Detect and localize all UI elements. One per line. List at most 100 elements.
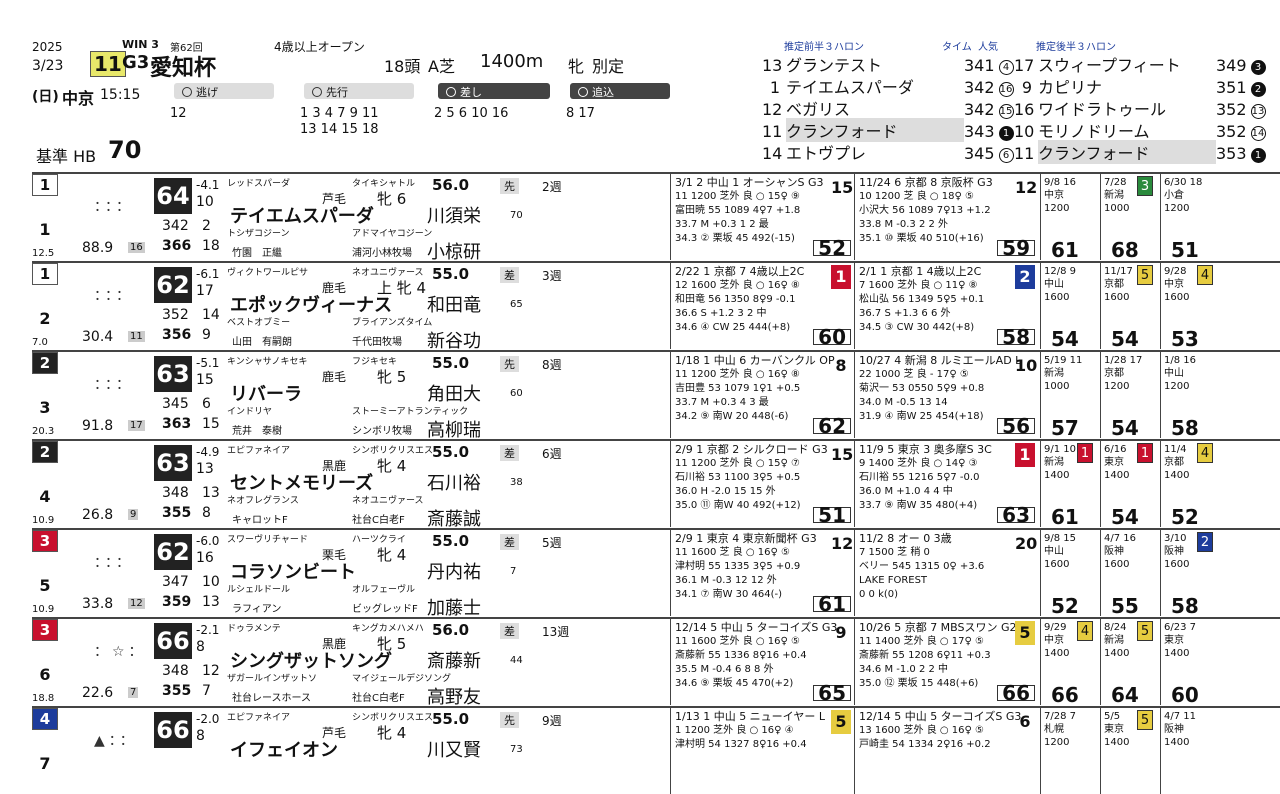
pred-horse-name[interactable]: スウィープフィート (1038, 52, 1216, 76)
past-race[interactable]: 12/14 5 中山 5 ターコイズS G3 13 1600 芝外 良 ○ 16♀… (854, 708, 1039, 794)
jockey[interactable]: 川須栄 (427, 202, 481, 228)
recent-race-venue: 阪神 1600 (1104, 546, 1130, 570)
horse-row[interactable]: 2 4 10.9 26.8 9 63 -4.9 13 348 13 355 8 エピファネイア シンボリク… (32, 439, 1280, 530)
past-race[interactable]: 10/27 4 新潟 8 ルミエールAD L 22 1000 芝 良 - 17♀ … (854, 352, 1039, 438)
speed-figure: 66 (154, 623, 192, 659)
dam-sire-name: ネオユニヴァース (352, 496, 424, 506)
pred-time: 352 (1216, 100, 1247, 119)
past-race[interactable]: 2/9 1 東京 4 東京新聞杯 G3 11 1600 芝 良 ○ 16♀ ⑤ 津村… (670, 530, 855, 616)
past-race[interactable]: 2/1 1 京都 1 4歳以上2C 7 1600 芝外 良 ○ 11♀ ⑧ 松山弘 … (854, 263, 1039, 349)
horse-row[interactable]: 4 7 ▲：： 66 -2.0 8 エピファネイア シンボリクリスエス 芦毛牝 4 イフェイオン 5… (32, 706, 1280, 794)
dam-name: ルシェルドール (227, 585, 291, 595)
jockey[interactable]: 川又賢 (427, 736, 481, 762)
recent-race[interactable]: 6/23 7 東京 1400 60 (1160, 619, 1216, 705)
recent-race[interactable]: 7/28 新潟 1000 3 68 (1100, 174, 1156, 260)
past-race-pace: LAKE FOREST (859, 575, 928, 586)
past-race[interactable]: 11/2 8 オー 0 3歳 7 1500 芝 稍 0 ベリー 545 1315 0… (854, 530, 1039, 616)
recent-race-figure: 68 (1111, 238, 1139, 262)
recent-race[interactable]: 11/17 京都 1600 5 54 (1100, 263, 1156, 349)
past-race[interactable]: 1/18 1 中山 6 カーバンクル OP 11 1200 芝外 良 ○ 16♀ … (670, 352, 855, 438)
past-race-course: 1 1200 芝外 良 ○ 16♀ ④ (675, 725, 794, 736)
breeder: 千代田牧場 (352, 337, 402, 348)
recent-race[interactable]: 5/5 東京 1400 5 (1100, 708, 1156, 794)
recent-race[interactable]: 9/8 16 中京 1200 61 (1040, 174, 1096, 260)
past-race[interactable]: 11/9 5 東京 3 奥多摩S 3C 9 1400 芝外 良 ○ 14♀ ③ 石川… (854, 441, 1039, 527)
jockey[interactable]: 石川裕 (427, 469, 481, 495)
horse-name[interactable]: セントメモリーズ (230, 469, 373, 495)
recent-race[interactable]: 9/8 15 中山 1600 52 (1040, 530, 1096, 616)
horse-row[interactable]: 2 3 20.3 ：：： 91.8 17 63 -5.1 15 345 6 363 15 キンシャサノキセ… (32, 350, 1280, 441)
recent-race-venue: 新潟 1400 (1104, 635, 1130, 659)
recent-race[interactable]: 1/28 17 京都 1200 54 (1100, 352, 1156, 438)
horse-row[interactable]: 1 2 7.0：：： 30.4 11 62 -6.1 17 352 14 356 9 ヴィクトワールピサ… (32, 261, 1280, 352)
jockey[interactable]: 丹内祐 (427, 558, 481, 584)
recent-race[interactable]: 5/19 11 新潟 1000 57 (1040, 352, 1096, 438)
race-year: 2025 (32, 40, 63, 54)
pred-row: 1 テイエムスパーダ 342 16 (762, 74, 1014, 98)
recent-race-venue: 中京 1600 (1164, 279, 1190, 303)
speed-diff: -4.1 (196, 178, 220, 192)
recent-race-date: 1/8 16 (1164, 355, 1196, 366)
past-race-course: 11 1600 芝外 良 ○ 16♀ ⑤ (675, 636, 800, 647)
recent-race[interactable]: 4/7 16 阪神 1600 55 (1100, 530, 1156, 616)
pred-horse-name[interactable]: クランフォード (786, 118, 964, 142)
recent-race-venue: 小倉 1200 (1164, 190, 1190, 214)
past-race-course: 10 1200 芝 良 ○ 18♀ ⑤ (859, 191, 974, 202)
recent-race-figure: 57 (1051, 416, 1079, 440)
pop-label: 人気 (978, 42, 998, 53)
past-race[interactable]: 2/22 1 京都 7 4歳以上2C 12 1600 芝外 良 ○ 16♀ ⑧ 和田… (670, 263, 855, 349)
recent-race[interactable]: 6/16 東京 1400 1 54 (1100, 441, 1156, 527)
recent-race[interactable]: 12/8 9 中山 1600 54 (1040, 263, 1096, 349)
past-race-course: 22 1000 芝 良 - 17♀ ⑤ (859, 369, 969, 380)
past-race[interactable]: 12/14 5 中山 5 ターコイズS G3 11 1600 芝外 良 ○ 16♀… (670, 619, 855, 705)
jockey-weight: 44 (510, 655, 523, 666)
recent-race[interactable]: 9/29 中京 1400 4 66 (1040, 619, 1096, 705)
pred-horse-name[interactable]: エトヴプレ (786, 140, 964, 164)
recent-race-date: 12/8 9 (1044, 266, 1076, 277)
pred-horse-name[interactable]: カピリナ (1038, 74, 1216, 98)
front-split: 352 (162, 307, 189, 323)
pred-horse-name[interactable]: クランフォード (1038, 140, 1216, 164)
breeder: 社台C白老F (352, 693, 405, 704)
past-race-figure: 52 (813, 238, 851, 258)
horse-name[interactable]: シングザットソング (230, 647, 392, 673)
jockey[interactable]: 和田竜 (427, 291, 481, 317)
recent-race[interactable]: 7/28 7 札幌 1200 (1040, 708, 1096, 794)
horse-name[interactable]: エポックヴィーナス (230, 291, 392, 317)
past-race[interactable]: 3/1 2 中山 1 オーシャンS G3 11 1200 芝外 良 ○ 15♀ ⑨… (670, 174, 855, 260)
past-race[interactable]: 2/9 1 京都 2 シルクロード G3 11 1200 芝外 良 ○ 15♀ ⑦… (670, 441, 855, 527)
owner: 社台レースホース (232, 693, 311, 704)
recent-race[interactable]: 9/1 10 新潟 1400 1 61 (1040, 441, 1096, 527)
past-race-result: 和田竜 56 1350 8♀9 -0.1 (675, 294, 796, 305)
pred-horse-name[interactable]: ベガリス (786, 96, 964, 120)
recent-race[interactable]: 6/30 18 小倉 1200 51 (1160, 174, 1216, 260)
horse-name[interactable]: テイエムスパーダ (230, 202, 374, 228)
pred-horse-name[interactable]: テイエムスパーダ (786, 74, 964, 98)
past-race[interactable]: 10/26 5 京都 7 MBSスワン G2 11 1400 芝外 良 ○ 17♀… (854, 619, 1039, 705)
odds: 20.3 (32, 426, 55, 437)
horse-name[interactable]: イフェイオン (230, 736, 338, 762)
recent-race[interactable]: 11/4 京都 1400 4 52 (1160, 441, 1216, 527)
horse-row[interactable]: 1 1 12.5：：： 88.9 16 64 -4.1 10 342 2 366 18 レッドスパーダタ… (32, 172, 1280, 263)
horse-name[interactable]: コラソンビート (230, 558, 356, 584)
pred-horse-name[interactable]: モリノドリーム (1038, 118, 1216, 142)
pred-horse-name[interactable]: グランテスト (786, 52, 964, 76)
past-race-header: 11/24 6 京都 8 京阪杯 G3 (859, 176, 993, 189)
horse-row[interactable]: 3 5 10.9 ：：： 33.8 12 62 -6.0 16 347 10 359 13 スワーヴリチャ… (32, 528, 1280, 619)
horse-name[interactable]: リバーラ (230, 380, 302, 406)
back-split-rank: 9 (202, 327, 211, 343)
jockey[interactable]: 角田大 (427, 380, 481, 406)
past-race[interactable]: 11/24 6 京都 8 京阪杯 G3 10 1200 芝 良 ○ 18♀ ⑤ 小沢… (854, 174, 1039, 260)
jockey[interactable]: 斎藤新 (427, 647, 481, 673)
recent-race[interactable]: 9/28 中京 1600 4 53 (1160, 263, 1216, 349)
recent-race[interactable]: 1/8 16 中山 1200 58 (1160, 352, 1216, 438)
pred-horse-name[interactable]: ワイドラトゥール (1038, 96, 1216, 120)
horse-row[interactable]: 3 6 18.8 ：☆： 22.6 7 66 -2.1 8 348 12 355 7 ドゥラメンテ キングカ… (32, 617, 1280, 708)
recent-race-figure: 54 (1111, 327, 1139, 351)
recent-race[interactable]: 8/24 新潟 1400 5 64 (1100, 619, 1156, 705)
carried-weight: 55.0 (432, 265, 470, 283)
recent-race[interactable]: 4/7 11 阪神 1400 (1160, 708, 1216, 794)
past-race-result: 斎藤新 55 1208 6♀11 +0.3 (859, 650, 991, 661)
past-race[interactable]: 1/13 1 中山 5 ニューイヤー L 1 1200 芝外 良 ○ 16♀ ④ 津… (670, 708, 855, 794)
recent-race[interactable]: 3/10 阪神 1600 2 58 (1160, 530, 1216, 616)
